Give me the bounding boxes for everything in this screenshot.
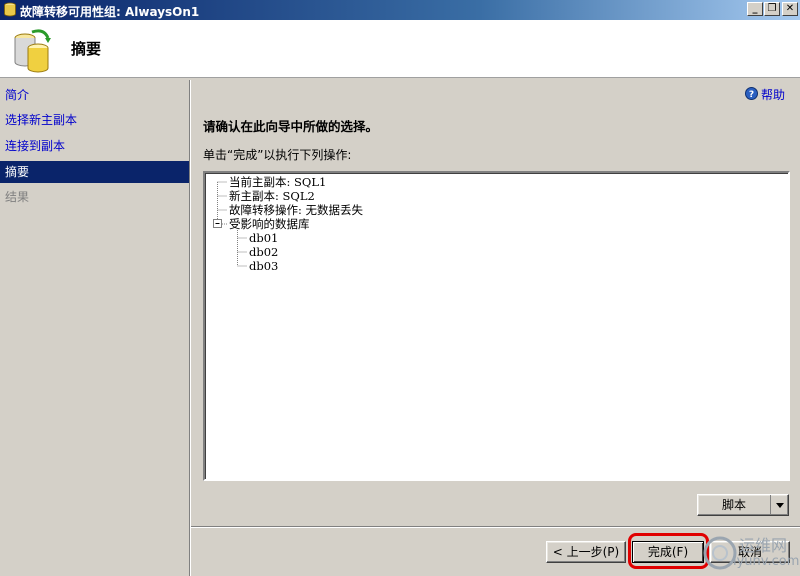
sidebar-divider <box>189 80 191 576</box>
window-title: 故障转移可用性组: AlwaysOn1 <box>20 5 200 19</box>
script-button[interactable]: 脚本 <box>697 494 789 516</box>
script-button-label: 脚本 <box>721 498 746 512</box>
app-database-icon <box>4 2 16 17</box>
finish-button[interactable]: 完成(F) <box>632 541 704 563</box>
svg-text:?: ? <box>749 90 754 100</box>
tree-item-db02[interactable]: db02 <box>249 245 278 259</box>
sidebar-item-select-new-primary[interactable]: 选择新主副本 <box>0 109 189 131</box>
sidebar-item-results: 结果 <box>5 190 30 204</box>
sidebar-item-intro[interactable]: 简介 <box>0 84 189 106</box>
database-sync-icon <box>14 29 51 73</box>
tree-item-db01[interactable]: db01 <box>249 231 278 245</box>
instruction-text: 单击“完成”以执行下列操作: <box>203 148 352 162</box>
close-button[interactable]: ✕ <box>782 2 798 16</box>
dropdown-arrow-icon[interactable] <box>770 495 788 515</box>
tree-item-db03[interactable]: db03 <box>249 259 278 273</box>
restore-button[interactable]: ❐ <box>764 2 780 16</box>
wizard-sidebar: 简介 选择新主副本 连接到副本 摘要 结果 <box>0 80 189 576</box>
tree-item-failover-action[interactable]: 故障转移操作: 无数据丢失 <box>229 203 363 217</box>
page-title: 摘要 <box>71 40 102 58</box>
confirm-heading: 请确认在此向导中所做的选择。 <box>203 119 379 134</box>
cancel-button[interactable]: 取消 <box>710 541 790 563</box>
help-label: 帮助 <box>761 88 786 102</box>
sidebar-item-summary[interactable]: 摘要 <box>0 161 189 183</box>
tree-item-new-primary[interactable]: 新主副本: SQL2 <box>229 189 315 203</box>
page-header: 摘要 <box>0 20 800 78</box>
minimize-button[interactable]: _ <box>747 2 763 16</box>
sidebar-item-connect-replicas[interactable]: 连接到副本 <box>0 135 189 157</box>
help-icon: ? <box>745 87 758 100</box>
window-titlebar[interactable]: 故障转移可用性组: AlwaysOn1 _ ❐ ✕ <box>0 0 800 20</box>
footer-divider <box>191 526 800 528</box>
summary-tree[interactable]: 当前主副本: SQL1 新主副本: SQL2 故障转移操作: 无数据丢失 受影响… <box>203 171 790 481</box>
tree-item-current-primary[interactable]: 当前主副本: SQL1 <box>229 175 326 189</box>
previous-button[interactable]: < 上一步(P) <box>546 541 626 563</box>
tree-item-affected-databases[interactable]: 受影响的数据库 <box>229 217 310 231</box>
